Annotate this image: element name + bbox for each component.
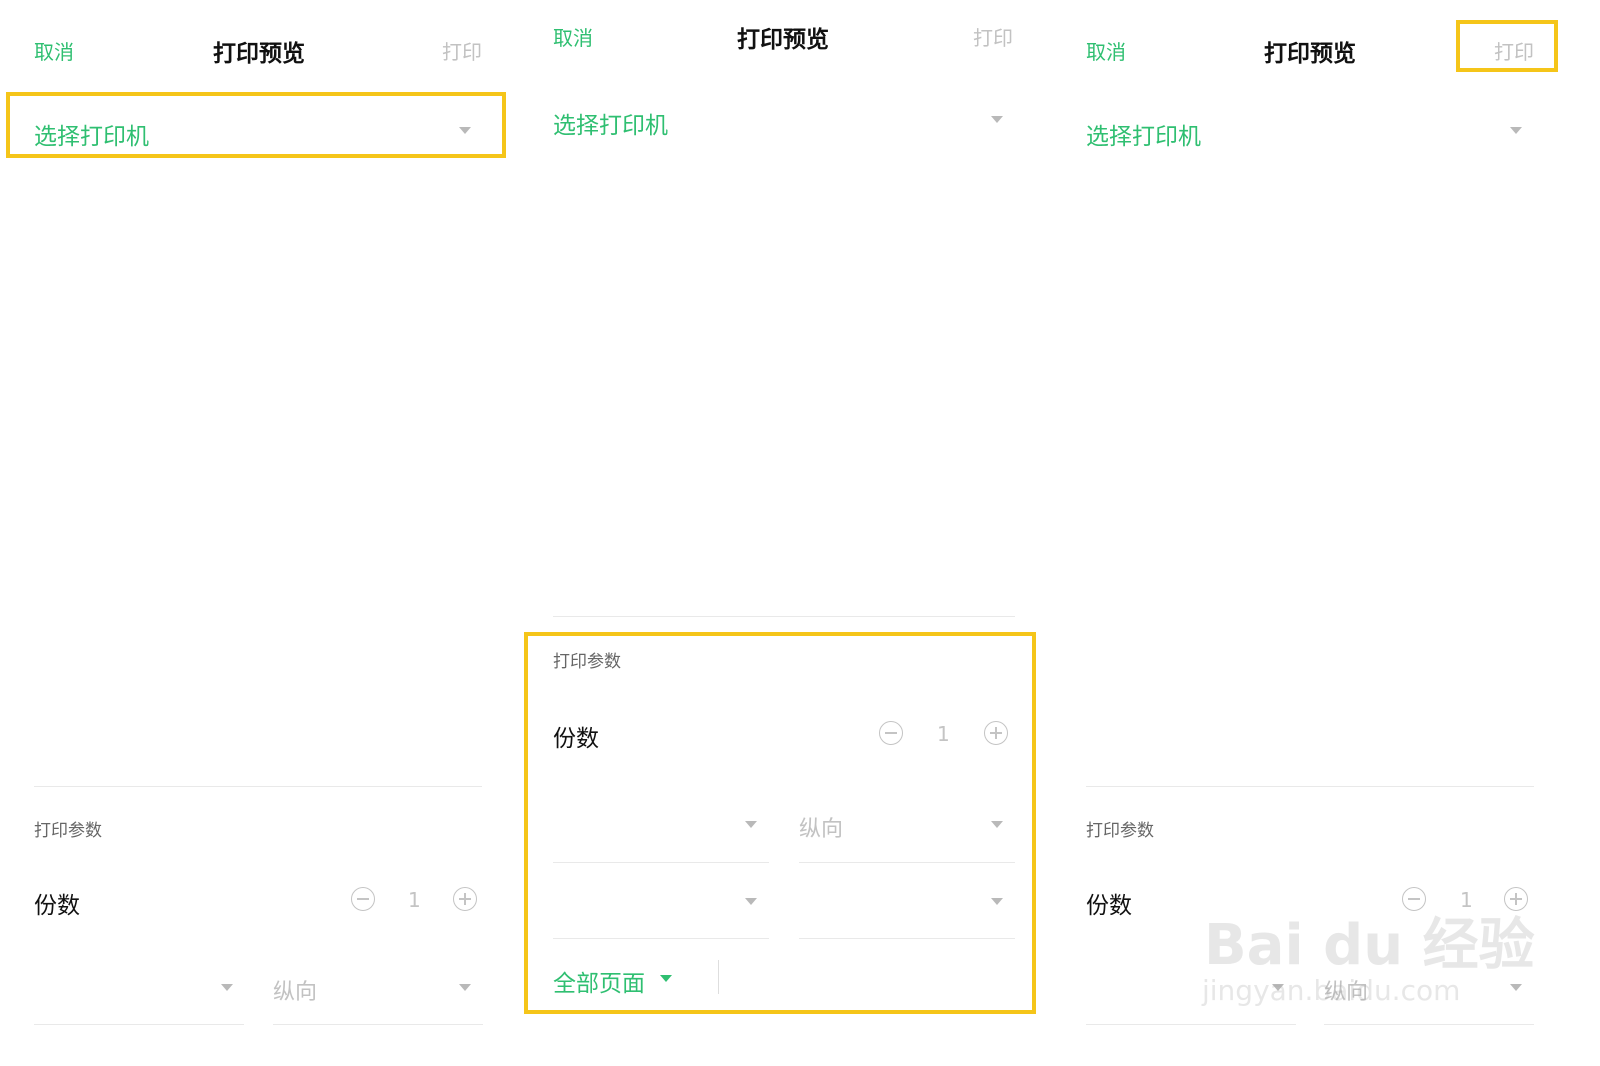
divider	[34, 786, 482, 787]
printer-select-label: 选择打印机	[1086, 124, 1201, 150]
chevron-down-icon	[459, 984, 471, 991]
section-title: 打印参数	[34, 821, 102, 841]
cancel-button[interactable]: 取消	[34, 36, 74, 65]
print-preview-panel-3: 取消 打印预览 打印 选择打印机 打印参数 份数 1 纵向 Bai du 经验 …	[1076, 0, 1600, 1066]
highlight-box	[524, 632, 1036, 1014]
cancel-button[interactable]: 取消	[553, 22, 593, 51]
copies-value: 1	[408, 888, 421, 912]
cancel-button[interactable]: 取消	[1086, 36, 1126, 65]
orientation-select[interactable]: 纵向	[273, 960, 483, 1020]
copies-label: 份数	[1086, 893, 1132, 919]
printer-select[interactable]: 选择打印机	[553, 96, 1015, 146]
chevron-down-icon	[221, 984, 233, 991]
printer-select[interactable]: 选择打印机	[1086, 106, 1534, 156]
printer-select-label: 选择打印机	[553, 113, 668, 139]
page-title: 打印预览	[737, 27, 829, 53]
divider	[1086, 1024, 1296, 1025]
chevron-down-icon	[991, 116, 1003, 123]
page-title: 打印预览	[213, 41, 305, 67]
watermark-url: jingyan.baidu.com	[1202, 974, 1461, 1007]
divider	[1086, 786, 1534, 787]
highlight-box	[1456, 20, 1558, 72]
chevron-down-icon	[1510, 984, 1522, 991]
section-title: 打印参数	[1086, 821, 1154, 841]
page-title: 打印预览	[1264, 41, 1356, 67]
chevron-down-icon	[1510, 127, 1522, 134]
highlight-box	[6, 92, 506, 158]
print-preview-panel-1: 取消 打印预览 打印 选择打印机 打印参数 份数 1 纵向	[0, 0, 520, 1066]
print-button[interactable]: 打印	[973, 22, 1013, 51]
divider	[1324, 1024, 1534, 1025]
print-button[interactable]: 打印	[442, 36, 482, 65]
copies-label: 份数	[34, 893, 80, 919]
watermark-logo: Bai du 经验	[1204, 913, 1535, 978]
divider	[34, 1024, 244, 1025]
minus-icon[interactable]	[351, 887, 375, 911]
paper-size-select[interactable]	[34, 960, 244, 1020]
print-preview-panel-2: 取消 打印预览 打印 选择打印机 打印参数 份数 1 纵向 全部页面	[524, 0, 1064, 1066]
divider	[273, 1024, 483, 1025]
orientation-value: 纵向	[273, 980, 318, 1005]
plus-icon[interactable]	[453, 887, 477, 911]
divider	[553, 616, 1015, 617]
